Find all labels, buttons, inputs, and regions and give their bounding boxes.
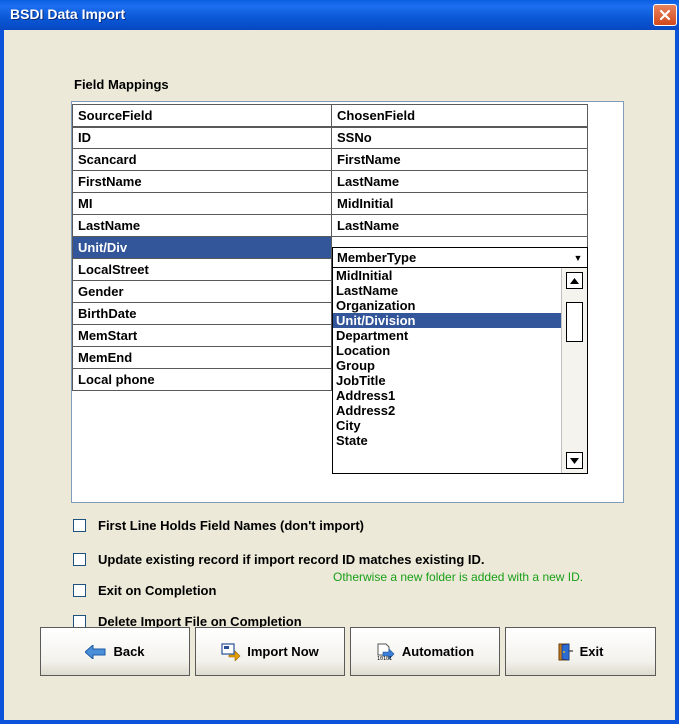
dropdown-option[interactable]: State — [333, 433, 561, 448]
source-field-cell[interactable]: LastName — [72, 214, 332, 237]
window-frame-bottom — [0, 720, 679, 724]
chosen-field-cell[interactable]: LastName — [331, 214, 588, 237]
scroll-up-button[interactable] — [566, 272, 583, 289]
triangle-up-icon — [570, 277, 579, 284]
dropdown-option[interactable]: Department — [333, 328, 561, 343]
table-header-row: SourceField ChosenField — [72, 104, 588, 128]
dropdown-scrollbar[interactable] — [561, 268, 587, 473]
combobox-value: MemberType — [337, 250, 417, 265]
dropdown-option-selected[interactable]: Unit/Division — [333, 313, 561, 328]
source-field-cell[interactable]: LocalStreet — [72, 258, 332, 281]
import-now-button[interactable]: Import Now — [195, 627, 345, 676]
chosen-field-dropdown-list[interactable]: MidInitial LastName Organization Unit/Di… — [332, 267, 588, 474]
dropdown-options: MidInitial LastName Organization Unit/Di… — [333, 268, 561, 448]
table-row[interactable]: Scancard FirstName — [72, 148, 588, 171]
table-row[interactable]: MI MidInitial — [72, 192, 588, 215]
source-field-cell[interactable]: ID — [72, 126, 332, 149]
dropdown-option[interactable]: JobTitle — [333, 373, 561, 388]
source-field-cell[interactable]: Local phone — [72, 368, 332, 391]
chosen-field-cell[interactable]: LastName — [331, 170, 588, 193]
window-frame-right — [675, 30, 679, 724]
source-field-cell[interactable]: BirthDate — [72, 302, 332, 325]
window-title: BSDI Data Import — [10, 6, 126, 22]
scroll-thumb[interactable] — [566, 302, 583, 342]
chevron-down-icon[interactable]: ▼ — [571, 251, 585, 264]
field-mappings-grid[interactable]: SourceField ChosenField ID SSNo Scancard… — [71, 101, 624, 503]
update-existing-label[interactable]: Update existing record if import record … — [98, 552, 484, 567]
update-existing-option[interactable]: Update existing record if import record … — [73, 551, 484, 567]
table-row[interactable]: ID SSNo — [72, 126, 588, 149]
triangle-down-icon — [570, 457, 579, 464]
source-field-cell[interactable]: MemEnd — [72, 346, 332, 369]
source-field-cell[interactable]: MemStart — [72, 324, 332, 347]
column-header-source: SourceField — [72, 104, 332, 128]
back-button[interactable]: Back — [40, 627, 190, 676]
source-field-cell[interactable]: Gender — [72, 280, 332, 303]
automation-icon: 10101 — [376, 643, 396, 661]
exit-label: Exit — [579, 644, 604, 659]
door-exit-icon — [558, 643, 574, 661]
dropdown-option[interactable]: Organization — [333, 298, 561, 313]
chosen-field-combobox[interactable]: MemberType ▼ — [332, 247, 588, 268]
table-row[interactable]: FirstName LastName — [72, 170, 588, 193]
table-row[interactable]: LastName LastName — [72, 214, 588, 237]
exit-button[interactable]: Exit — [505, 627, 656, 676]
first-line-label[interactable]: First Line Holds Field Names (don't impo… — [98, 518, 364, 533]
automation-button[interactable]: 10101 Automation — [350, 627, 500, 676]
dropdown-option[interactable]: Address2 — [333, 403, 561, 418]
update-existing-checkbox[interactable] — [73, 552, 86, 566]
exit-on-completion-option[interactable]: Exit on Completion — [73, 582, 216, 598]
back-label: Back — [113, 644, 145, 659]
first-line-checkbox[interactable] — [73, 518, 86, 532]
delete-file-checkbox[interactable] — [73, 614, 86, 628]
dropdown-option[interactable]: City — [333, 418, 561, 433]
import-now-label: Import Now — [247, 644, 319, 659]
scroll-down-button[interactable] — [566, 452, 583, 469]
arrow-left-icon — [85, 644, 107, 659]
chosen-field-cell[interactable]: SSNo — [331, 126, 588, 149]
svg-text:10101: 10101 — [377, 656, 392, 661]
column-header-chosen: ChosenField — [331, 104, 588, 128]
source-field-cell[interactable]: Scancard — [72, 148, 332, 171]
chosen-field-cell[interactable]: MidInitial — [331, 192, 588, 215]
update-existing-note: Otherwise a new folder is added with a n… — [333, 570, 584, 584]
dropdown-option[interactable]: Group — [333, 358, 561, 373]
close-button[interactable] — [653, 4, 677, 26]
first-line-option[interactable]: First Line Holds Field Names (don't impo… — [73, 517, 364, 533]
automation-label: Automation — [401, 644, 475, 659]
import-dialog: BSDI Data Import Field Mappings SourceFi… — [0, 0, 679, 724]
dropdown-option[interactable]: LastName — [333, 283, 561, 298]
exit-on-completion-checkbox[interactable] — [73, 583, 86, 597]
import-icon — [221, 642, 241, 661]
dropdown-option[interactable]: Address1 — [333, 388, 561, 403]
source-field-cell[interactable]: FirstName — [72, 170, 332, 193]
chosen-field-cell[interactable]: FirstName — [331, 148, 588, 171]
window-frame-left — [0, 30, 4, 724]
source-field-cell[interactable]: MI — [72, 192, 332, 215]
dropdown-option[interactable]: MidInitial — [333, 268, 561, 283]
source-field-cell-selected[interactable]: Unit/Div — [72, 236, 332, 259]
dropdown-option[interactable]: Location — [333, 343, 561, 358]
title-bar[interactable]: BSDI Data Import — [0, 0, 679, 30]
field-mappings-label: Field Mappings — [74, 77, 169, 92]
exit-on-completion-label[interactable]: Exit on Completion — [98, 583, 216, 598]
close-icon — [659, 9, 671, 21]
